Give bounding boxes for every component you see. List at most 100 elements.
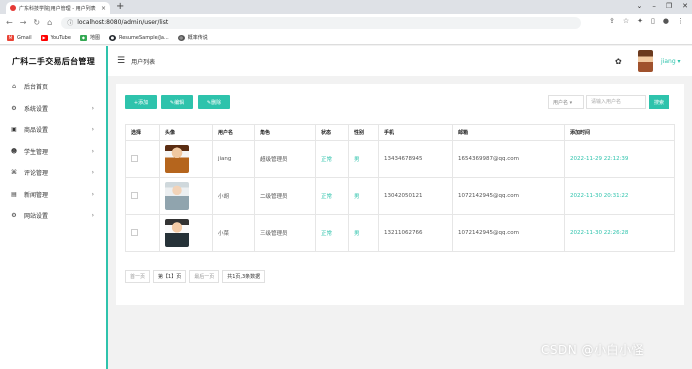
back-icon[interactable]: ← — [6, 18, 13, 27]
page-summary: 共1页,3条数据 — [222, 270, 266, 283]
breadcrumb: 用户列表 — [131, 58, 156, 66]
maps-icon: ◆ — [79, 34, 87, 41]
reload-icon[interactable]: ↻ — [33, 18, 40, 27]
avatar[interactable] — [638, 50, 653, 72]
menu-dots-icon[interactable]: ⋮ — [677, 17, 684, 25]
watermark: CSDN @小白小怪 — [541, 343, 645, 357]
avatar — [165, 145, 189, 173]
brand-title: 广科二手交易后台管理 — [12, 56, 95, 66]
column-header: 角色 — [254, 124, 316, 141]
row-checkbox[interactable] — [131, 228, 138, 236]
share-icon[interactable]: ⇪ — [609, 17, 615, 25]
column-header: 添加时间 — [564, 124, 675, 141]
phone-cell: 13434678945 — [378, 140, 453, 178]
bookmark-youtube[interactable]: ▶ YouTube — [40, 34, 71, 41]
sidebar-item-label: 网站设置 — [24, 213, 49, 221]
edit-button[interactable]: ✎编辑 — [161, 95, 193, 109]
column-header: 邮箱 — [452, 124, 565, 141]
new-tab-button[interactable]: + — [116, 1, 124, 13]
time-cell: 2022-11-29 22:12:39 — [564, 140, 675, 178]
search-input[interactable] — [586, 95, 646, 109]
table-row[interactable]: jiang 超级管理员 正常 男 13434678945 1654369987@… — [125, 140, 675, 178]
avatar-cell — [159, 177, 213, 215]
chevron-right-icon: › — [91, 104, 94, 112]
chevron-right-icon: › — [91, 147, 94, 155]
palette-icon[interactable]: ✿ — [615, 57, 622, 66]
chevron-right-icon: › — [91, 190, 94, 198]
home-browser-icon[interactable]: ⌂ — [47, 18, 52, 27]
phone-cell: 13042050121 — [378, 177, 453, 215]
time-cell: 2022-11-30 22:26:28 — [564, 214, 675, 252]
current-page-indicator: 第【1】页 — [153, 270, 187, 283]
sidebar-item-goods[interactable]: ▣ 商品设置 › — [0, 119, 106, 141]
search-button[interactable]: 搜索 — [649, 95, 669, 109]
star-icon[interactable]: ☆ — [623, 17, 629, 25]
sidebar-icon[interactable]: ▯ — [651, 17, 655, 25]
avatar-cell — [159, 214, 213, 252]
sidebar-item-students[interactable]: ☻ 学生管理 › — [0, 141, 106, 163]
menu-toggle-icon[interactable]: ☰ — [117, 56, 125, 66]
bookmark-maps[interactable]: ◆ 地图 — [79, 34, 100, 41]
globe-icon: ◎ — [177, 34, 185, 41]
column-header: 手机 — [378, 124, 453, 141]
profile-icon[interactable]: ● — [663, 17, 669, 25]
bookmark-probability[interactable]: ◎ 概率传说 — [177, 34, 208, 41]
browser-toolbar-right: ⇪ ☆ ✦ ▯ ● ⋮ — [609, 17, 684, 25]
email-cell: 1654369987@qq.com — [452, 140, 565, 178]
search-type-select[interactable]: 用户名 ▾ — [548, 95, 584, 109]
email-cell: 1072142945@qq.com — [452, 177, 565, 215]
url-text: localhost:8080/admin/user/list — [77, 19, 169, 26]
user-table: 选择 头像 用户名 角色 状态 性别 手机 邮箱 添加时间 jiang 超级管理… — [125, 124, 675, 252]
column-header: 用户名 — [212, 124, 255, 141]
sidebar-item-system[interactable]: ⚙ 系统设置 › — [0, 98, 106, 120]
column-header: 选择 — [125, 124, 160, 141]
gear-icon: ⚙ — [11, 104, 17, 112]
avatar-cell — [159, 140, 213, 178]
pagination: 首一页 第【1】页 最后一页 共1页,3条数据 — [125, 270, 266, 283]
table-row[interactable]: 小胡 二级管理员 正常 男 13042050121 1072142945@qq.… — [125, 177, 675, 215]
forward-icon[interactable]: → — [20, 18, 27, 27]
restore-icon[interactable]: ❐ — [666, 2, 672, 10]
puzzle-icon[interactable]: ✦ — [637, 17, 643, 25]
chevron-right-icon: › — [91, 212, 94, 220]
table-row[interactable]: 小菜 三级管理员 正常 男 13211062766 1072142945@qq.… — [125, 214, 675, 252]
status-cell: 正常 — [315, 140, 349, 178]
user-list-panel: +添加 ✎编辑 ✎删除 用户名 ▾ 搜索 选择 头像 用户名 角色 状态 性别 … — [116, 84, 684, 305]
last-page-button[interactable]: 最后一页 — [189, 270, 220, 283]
row-checkbox[interactable] — [131, 191, 138, 199]
sidebar-item-label: 评论管理 — [24, 170, 49, 178]
sidebar-item-comments[interactable]: ⌘ 评论管理 › — [0, 162, 106, 184]
delete-button[interactable]: ✎删除 — [198, 95, 230, 109]
users-icon: ☻ — [10, 147, 18, 155]
browser-tab[interactable]: 广东科技学院|用户管理 - 用户列表 × — [6, 2, 110, 14]
sidebar-item-label: 新闻管理 — [24, 191, 49, 199]
first-page-button[interactable]: 首一页 — [125, 270, 151, 283]
sidebar-item-news[interactable]: ▤ 新闻管理 › — [0, 184, 106, 206]
url-field[interactable]: ⓘ localhost:8080/admin/user/list — [61, 16, 582, 29]
avatar — [165, 182, 189, 210]
news-icon: ▤ — [11, 190, 17, 198]
sidebar-item-label: 学生管理 — [24, 148, 49, 156]
close-tab-icon[interactable]: × — [101, 5, 106, 12]
role-cell: 三级管理员 — [254, 214, 316, 252]
status-cell: 正常 — [315, 177, 349, 215]
bookmark-gmail[interactable]: M Gmail — [7, 34, 32, 41]
browser-tab-bar: 广东科技学院|用户管理 - 用户列表 × + ⌄ – ❐ ✕ — [0, 0, 692, 14]
user-menu[interactable]: jiang ▾ — [661, 58, 681, 65]
close-window-icon[interactable]: ✕ — [682, 2, 688, 10]
row-checkbox[interactable] — [131, 154, 138, 162]
sidebar-item-home[interactable]: ⌂ 后台首页 — [0, 76, 106, 98]
youtube-icon: ▶ — [40, 34, 48, 41]
favicon-icon — [10, 5, 16, 11]
app-header: ☰ 用户列表 ✿ jiang ▾ — [108, 46, 692, 76]
info-icon[interactable]: ⓘ — [67, 18, 73, 27]
minimize-icon[interactable]: – — [652, 2, 656, 10]
select-cell — [125, 214, 160, 252]
sidebar-item-site[interactable]: ⚙ 网站设置 › — [0, 205, 106, 227]
gmail-icon: M — [7, 34, 14, 41]
bookmark-github[interactable]: ● ResumeSample/Ja... — [108, 34, 169, 41]
username-cell: 小菜 — [212, 214, 255, 252]
add-button[interactable]: +添加 — [125, 95, 157, 109]
chevron-right-icon: › — [91, 126, 94, 134]
chevron-down-icon[interactable]: ⌄ — [636, 2, 642, 10]
